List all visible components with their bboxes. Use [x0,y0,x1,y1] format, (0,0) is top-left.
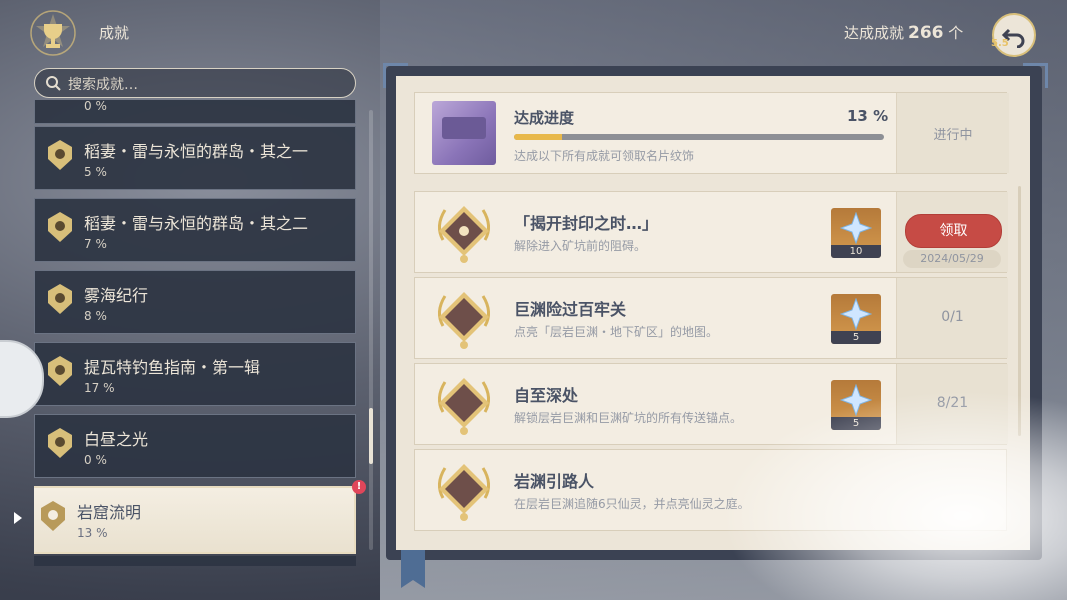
achievement-description: 点亮「层岩巨渊・地下矿区」的地图。 [514,325,719,339]
category-medal-icon [48,356,72,386]
reward-quantity: 5 [831,331,881,344]
search-placeholder: 搜索成就… [68,77,138,93]
achievement-count: 8/21 [936,395,969,411]
total-unit: 个 [948,24,964,42]
achievement-row: 「揭开封印之时…」 解除进入矿坑前的阻碍。 10 领取 2024/05/29 [414,191,1008,273]
achievement-medal-icon [438,292,490,349]
progress-status-box: 进行中 [896,93,1009,173]
achievement-side: 8/21 [896,364,1008,444]
achievement-count: 0/1 [941,309,964,325]
primogem-icon [840,212,872,244]
achievement-name: 「揭开封印之时…」 [514,214,659,233]
achievement-medal-icon [438,378,490,435]
progress-title: 达成进度 [514,109,575,127]
primogem-icon [840,384,872,416]
category-medal-icon [48,428,72,458]
page-title: 成就 [99,24,130,42]
achievement-name: 自至深处 [514,386,579,405]
reward-quantity: 10 [831,245,881,258]
total-label: 达成成就 [844,24,905,42]
category-item-fishing[interactable]: 提瓦特钓鱼指南・第一辑 17 % [34,342,356,406]
reward-item[interactable]: 5 [831,294,881,344]
achievement-row: 自至深处 解锁层岩巨渊和巨渊矿坑的所有传送锚点。 5 8/21 [414,363,1008,445]
category-percent: 8 % [84,309,107,323]
category-percent: 7 % [84,237,107,251]
category-item-chasm-selected[interactable]: 岩窟流明 13 % [34,486,356,554]
category-medal-icon [48,212,72,242]
category-name: 雾海纪行 [84,286,149,305]
search-icon [46,76,61,91]
category-scrollbar[interactable] [369,110,373,550]
selected-indicator-icon [14,512,22,524]
notification-badge: ! [352,480,366,494]
achievement-name: 岩渊引路人 [514,472,595,491]
category-item[interactable]: 0 % [34,100,356,124]
category-list-next-edge [34,556,356,566]
progress-description: 达成以下所有成就可领取名片纹饰 [514,149,695,163]
primogem-icon [840,298,872,330]
reward-item[interactable]: 10 [831,208,881,258]
category-item-inazuma-1[interactable]: 稻妻・雷与永恒的群岛・其之一 5 % [34,126,356,190]
category-scroll-thumb[interactable] [369,408,373,464]
progress-card: 达成进度 13 % 达成以下所有成就可领取名片纹饰 进行中 [414,92,1009,174]
category-name: 白昼之光 [84,430,149,449]
category-percent: 0 % [84,453,107,467]
category-percent: 17 % [84,381,115,395]
namecard-thumbnail[interactable] [432,101,496,165]
progress-bar-fill [514,134,563,140]
achievement-row: 岩渊引路人 在层岩巨渊追随6只仙灵，并点亮仙灵之庭。 [414,449,1007,531]
achievement-panel: 达成进度 13 % 达成以下所有成就可领取名片纹饰 进行中 「揭开封印之时…」 … [396,76,1030,550]
category-name: 提瓦特钓鱼指南・第一辑 [84,358,261,377]
back-sub-label: 5.5 [991,38,1009,49]
trophy-emblem-icon [30,10,76,56]
progress-status: 进行中 [933,128,973,143]
category-medal-icon [48,284,72,314]
category-list[interactable]: 0 % 稻妻・雷与永恒的群岛・其之一 5 % 稻妻・雷与永恒的群岛・其之二 7 … [34,100,359,560]
achievement-side: 0/1 [896,278,1008,358]
category-name: 稻妻・雷与永恒的群岛・其之一 [84,142,309,161]
claim-button[interactable]: 领取 [905,214,1002,248]
category-item-inazuma-2[interactable]: 稻妻・雷与永恒的群岛・其之二 7 % [34,198,356,262]
category-medal-icon [41,501,65,531]
achievement-row: 巨渊险过百牢关 点亮「层岩巨渊・地下矿区」的地图。 5 0/1 [414,277,1008,359]
progress-percent: 13 % [847,107,889,125]
category-name: 岩窟流明 [77,503,142,522]
reward-quantity: 5 [831,417,881,430]
achievement-medal-icon [438,464,490,521]
back-button[interactable] [992,13,1036,57]
achievement-description: 在层岩巨渊追随6只仙灵，并点亮仙灵之庭。 [514,497,750,511]
category-percent: 0 % [84,100,107,113]
category-percent: 5 % [84,165,107,179]
achievement-side: 领取 2024/05/29 [896,192,1008,272]
achievement-name: 巨渊险过百牢关 [514,300,627,319]
total-count: 266 [908,23,944,43]
category-medal-icon [48,140,72,170]
achievement-medal-icon [438,206,490,263]
achievement-description: 解除进入矿坑前的阻碍。 [514,239,647,253]
completion-date: 2024/05/29 [903,250,1001,268]
category-name: 稻妻・雷与永恒的群岛・其之二 [84,214,309,233]
progress-bar [514,134,884,140]
category-percent: 13 % [77,526,108,540]
achievement-total: 达成成就 266 个 [844,22,963,43]
category-item-sea-of-fog[interactable]: 雾海纪行 8 % [34,270,356,334]
reward-item[interactable]: 5 [831,380,881,430]
category-item-daylight[interactable]: 白昼之光 0 % [34,414,356,478]
search-input[interactable]: 搜索成就… [34,68,356,98]
achievement-scrollbar[interactable] [1018,186,1021,436]
achievement-description: 解锁层岩巨渊和巨渊矿坑的所有传送锚点。 [514,411,743,425]
